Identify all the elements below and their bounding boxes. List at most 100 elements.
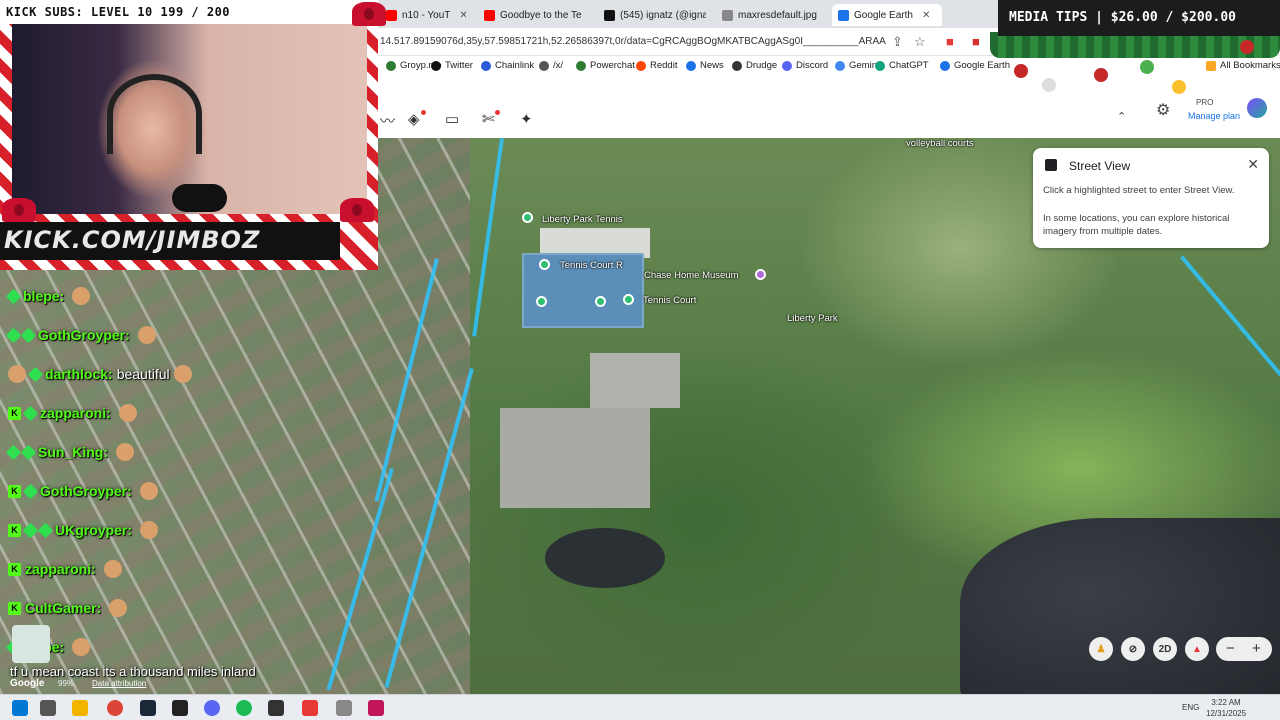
tab-favicon-icon (838, 9, 849, 21)
measure-icon[interactable]: 〰 (380, 110, 395, 131)
bookmark-favicon-icon (431, 60, 441, 71)
url-text[interactable]: 14.517.89159076d,35y,57.59851721h,52.265… (380, 36, 886, 47)
map-label-tennis-court[interactable]: Tennis Court (643, 295, 696, 306)
spotify-icon[interactable] (236, 700, 252, 716)
map-label-volleyball[interactable]: volleyball courts (906, 138, 974, 149)
zoom-out-button[interactable]: − (1226, 640, 1235, 657)
chat-emote (173, 365, 192, 383)
bookmark-label: News (700, 60, 724, 71)
manage-plan-link[interactable]: Manage plan (1188, 111, 1240, 121)
map-label-tennis[interactable]: Liberty Park Tennis (542, 214, 623, 225)
system-clock[interactable]: 3:22 AM 12/31/2025 (1206, 697, 1246, 719)
place-pin[interactable] (623, 294, 634, 305)
bookmark-label: /x/ (553, 60, 564, 71)
chrome-icon[interactable] (107, 700, 123, 716)
bookmark-link[interactable]: Gemini (835, 60, 879, 71)
map-label-tennis-court[interactable]: Tennis Court R (560, 260, 623, 271)
task-view-icon[interactable] (40, 700, 56, 716)
bookmark-link[interactable]: Twitter (431, 60, 473, 71)
tab-label: Google Earth (854, 9, 913, 21)
chat-username: CultGamer: (25, 600, 102, 616)
bookmark-link[interactable]: ChatGPT (875, 60, 929, 71)
steam-icon[interactable] (140, 700, 156, 716)
app-icon[interactable] (368, 700, 384, 716)
street-view-road[interactable] (472, 138, 504, 337)
tab-close-icon[interactable]: ✕ (922, 10, 930, 21)
bookmark-link[interactable]: Powerchat (576, 60, 635, 71)
browser-tab[interactable]: n10 - YouT ✕ (380, 4, 466, 26)
diamond-badge-icon (22, 483, 39, 499)
place-pin[interactable] (539, 259, 550, 270)
chevron-up-icon[interactable]: ⌃ (1117, 110, 1126, 123)
chat-emote (137, 326, 156, 344)
language-indicator[interactable]: ENG (1182, 703, 1199, 712)
tab-label: maxresdefault.jpg (738, 9, 817, 21)
kick-sub-badge-icon: K (8, 484, 21, 498)
extension-icon[interactable]: ■ (972, 34, 980, 49)
sparkle-icon[interactable]: ✦ (520, 110, 533, 128)
discord-icon[interactable] (204, 700, 220, 716)
extension-icon[interactable]: ■ (946, 34, 954, 49)
2d-toggle-button[interactable]: 2D (1153, 637, 1177, 661)
bookmark-link[interactable]: Google Earth (940, 60, 1010, 71)
bookmark-favicon-icon (481, 60, 491, 71)
bookmark-link[interactable]: Discord (782, 60, 828, 71)
place-pin[interactable] (595, 296, 606, 307)
map-label-park[interactable]: Liberty Park (787, 313, 838, 324)
ruler-icon[interactable]: ▭ (445, 110, 459, 128)
media-tips-goal: MEDIA TIPS | $26.00 / $200.00 (1009, 10, 1236, 25)
tab-close-icon[interactable]: ✕ (459, 10, 466, 21)
data-attribution-link[interactable]: Data attribution (92, 679, 146, 688)
emote-image (12, 625, 50, 663)
windows-taskbar: ENG 3:22 AM 12/31/2025 (0, 694, 1280, 720)
bookmark-label: Drudge (746, 60, 778, 71)
app-icon[interactable] (336, 700, 352, 716)
place-pin[interactable] (522, 212, 533, 223)
browser-tab[interactable]: Goodbye to the Te✕ (478, 4, 588, 26)
terminal-icon[interactable] (172, 700, 188, 716)
app-icon[interactable] (302, 700, 318, 716)
bookmark-favicon-icon (940, 60, 950, 71)
bookmark-link[interactable]: Chainlink (481, 60, 534, 71)
street-view-road[interactable] (1180, 255, 1280, 381)
all-bookmarks-link[interactable]: All Bookmarks (1206, 60, 1280, 71)
bookmark-star-icon[interactable]: ☆ (914, 34, 926, 50)
windows-start-icon[interactable] (12, 700, 28, 716)
browser-tab[interactable]: Google Earth ✕ (832, 4, 942, 26)
layers-icon[interactable]: ◈ (408, 110, 420, 128)
zoom-in-button[interactable]: + (1252, 640, 1261, 657)
diamond-badge-icon (20, 444, 37, 460)
compass-icon[interactable]: ▲ (1185, 637, 1209, 661)
bookmark-favicon-icon (835, 60, 845, 71)
chat-message: K UKgroyper: (8, 519, 159, 541)
tab-favicon-icon (484, 9, 495, 21)
lake (960, 518, 1280, 694)
pegman-icon[interactable]: ♟ (1089, 637, 1113, 661)
install-app-icon[interactable]: ⇪ (892, 34, 903, 50)
close-icon[interactable]: ✕ (1247, 156, 1259, 173)
bookmark-favicon-icon (636, 60, 646, 71)
browser-tab[interactable]: maxresdefault.jpg✕ (716, 4, 824, 26)
map-label-museum[interactable]: Chase Home Museum (644, 270, 739, 281)
file-explorer-icon[interactable] (72, 700, 88, 716)
chat-message: Kzapparoni: (8, 402, 137, 424)
no-tilt-icon[interactable]: ⊘ (1121, 637, 1145, 661)
bookmark-favicon-icon (576, 60, 586, 71)
bookmark-label: ChatGPT (889, 60, 929, 71)
bookmark-link[interactable]: News (686, 60, 724, 71)
bookmark-link[interactable]: /x/ (539, 60, 563, 71)
street-view-history-note: In some locations, you can explore histo… (1043, 213, 1230, 237)
browser-tab[interactable]: (545) ignatz (@igna✕ (598, 4, 706, 26)
ornament-icon (1140, 60, 1154, 74)
bookmark-link[interactable]: Drudge (732, 60, 777, 71)
bookmark-link[interactable]: Reddit (636, 60, 677, 71)
chat-message: Kzapparoni: (8, 558, 122, 580)
chat-username: Sun_King: (38, 444, 108, 460)
obs-icon[interactable] (268, 700, 284, 716)
projects-icon[interactable]: ✄ (482, 110, 495, 128)
gear-icon[interactable]: ⚙ (1156, 100, 1170, 120)
avatar[interactable] (1247, 98, 1267, 118)
museum-pin[interactable] (755, 269, 766, 280)
place-pin[interactable] (536, 296, 547, 307)
chat-emote (72, 287, 91, 305)
